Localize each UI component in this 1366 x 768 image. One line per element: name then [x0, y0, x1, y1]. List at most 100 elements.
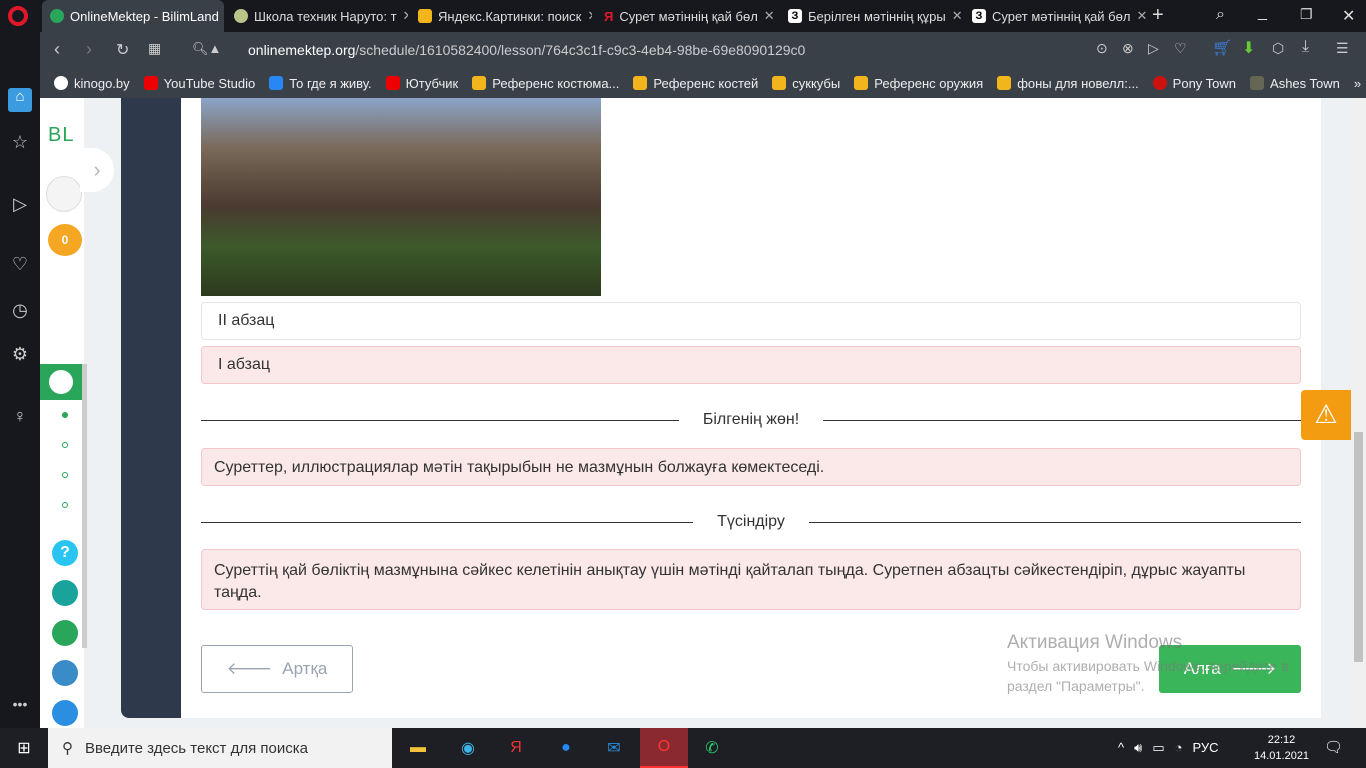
step-dot[interactable]	[62, 502, 68, 508]
test-icon[interactable]	[52, 700, 78, 726]
bookmark-label: kinogo.by	[74, 75, 130, 91]
bookmark-label: Референс оружия	[874, 75, 984, 91]
security-warning-icon[interactable]: 🔍︎▲	[192, 41, 221, 57]
volume-icon[interactable]: 🔊︎	[1134, 740, 1142, 756]
start-windows-icon[interactable]: ⊞	[0, 728, 48, 768]
search-tabs-icon[interactable]: ⌕	[1216, 6, 1225, 24]
wifi-icon[interactable]: ◔	[1175, 740, 1183, 756]
restore-icon[interactable]: ❐	[1300, 6, 1313, 23]
explain-divider: Түсіндіру	[201, 512, 1301, 532]
bilimland-sidebar: BL 0 ?	[40, 98, 87, 728]
edge-icon[interactable]: ◉	[444, 728, 492, 768]
tray-chevron-icon[interactable]: ^	[1118, 740, 1124, 756]
bilimbook-icon[interactable]	[52, 660, 78, 686]
opera-sidebar: ⌂ ☆ ▷ ♡ ◷ ⚙ ♀ •••	[0, 32, 40, 728]
snapshot-icon[interactable]: ⊙	[1096, 40, 1108, 57]
expand-sidebar-button[interactable]: ›	[80, 148, 114, 192]
easy-setup-icon[interactable]: ☰	[1336, 40, 1349, 57]
report-warning-button[interactable]: ⚠	[1301, 390, 1351, 440]
bookmark-ref-bones[interactable]: Референс костей	[633, 76, 758, 91]
whatsapp-icon[interactable]: ✆	[688, 728, 736, 768]
bl-logo[interactable]: BL	[48, 124, 74, 147]
clock[interactable]: 22:12 14.01.2021	[1254, 732, 1309, 764]
close-tab-icon[interactable]: ✕	[1136, 8, 1146, 24]
bookmark-kinogo[interactable]: kinogo.by	[54, 76, 130, 91]
sidebar-scrollbar[interactable]	[82, 364, 87, 648]
bookmark-youtube-studio[interactable]: YouTube Studio	[143, 76, 255, 91]
reload-icon[interactable]: ↻	[116, 40, 129, 60]
avatar[interactable]	[46, 176, 82, 212]
bookmark-ref-weapons[interactable]: Референс оружия	[854, 76, 983, 91]
yandex-browser-icon[interactable]: Я	[492, 728, 540, 768]
heart-icon[interactable]: ♡	[8, 254, 32, 278]
speed-dial-icon[interactable]: ▦	[148, 40, 161, 57]
language-indicator[interactable]: РУС	[1192, 740, 1218, 756]
date: 14.01.2021	[1254, 750, 1310, 762]
close-window-icon[interactable]: ✕	[1342, 6, 1355, 26]
tab-naruto[interactable]: Школа техник Наруто: т ✕	[226, 0, 408, 32]
star-icon[interactable]: ☆	[8, 132, 32, 156]
close-tab-icon[interactable]: ✕	[952, 8, 962, 24]
adblock-icon[interactable]: ⊗	[1122, 40, 1134, 57]
close-tab-icon[interactable]: ✕	[403, 8, 408, 24]
page-scrollbar[interactable]	[1351, 98, 1366, 728]
help-button[interactable]: ?	[52, 540, 78, 566]
more-bookmarks-icon[interactable]: »	[1354, 76, 1361, 91]
new-tab-icon[interactable]: +	[1152, 4, 1164, 27]
heart-icon[interactable]: ♡	[1174, 40, 1187, 57]
bookmark-vk[interactable]: То где я живу.	[269, 76, 372, 91]
bookmark-ashes-town[interactable]: Ashes Town	[1250, 76, 1340, 91]
next-button[interactable]: Алға 🡒	[1159, 645, 1301, 693]
tab-suret-2[interactable]: З Сурет мәтіннің қай бөл ✕	[964, 0, 1146, 32]
image-icon	[772, 76, 787, 90]
bookmark-youtubchik[interactable]: Ютубчик	[385, 76, 458, 91]
z-favicon-icon: З	[788, 9, 802, 23]
tab-onlinemektep[interactable]: OnlineMektep - BilimLand✕	[42, 0, 224, 32]
downloads-icon[interactable]: ⤓	[1302, 38, 1309, 56]
bookmark-backgrounds[interactable]: фоны для новелл:...	[997, 76, 1139, 91]
step-dot[interactable]	[62, 472, 68, 478]
cart-icon[interactable]: 🛒︎	[1212, 38, 1232, 58]
bookmark-succubi[interactable]: суккубы	[772, 76, 840, 91]
player-icon[interactable]: ▷	[8, 194, 32, 218]
bookmark-ref-costume[interactable]: Референс костюма...	[472, 76, 619, 91]
bilimland-icon[interactable]	[52, 620, 78, 646]
opera-logo-icon[interactable]	[8, 6, 28, 26]
send-icon[interactable]: ▷	[1148, 40, 1159, 57]
cube-icon[interactable]: ⬡	[1272, 40, 1284, 57]
onlinemektep-menu-item[interactable]	[40, 364, 82, 400]
url-path: /schedule/1610582400/lesson/764c3c1f-c9c…	[355, 42, 806, 58]
close-tab-icon[interactable]: ✕	[764, 8, 775, 24]
history-icon[interactable]: ◷	[8, 300, 32, 324]
close-tab-icon[interactable]: ✕	[587, 8, 592, 24]
tab-suret-1[interactable]: Я Сурет мәтіннің қай бөл ✕	[596, 0, 778, 32]
url-field[interactable]: onlinemektep.org/schedule/1610582400/les…	[248, 42, 805, 58]
tab-label: Берілген мәтіннің құры	[808, 8, 946, 24]
back-button[interactable]: 🡐 Артқа	[201, 645, 353, 693]
notifications-icon[interactable]: 🗨︎	[1324, 738, 1343, 756]
back-icon[interactable]: ‹	[54, 39, 60, 60]
taskbar-search[interactable]: ⚲ Введите здесь текст для поиска	[48, 728, 392, 768]
download-ext-icon[interactable]: ⬇	[1242, 38, 1255, 58]
file-explorer-icon[interactable]: ▬	[394, 728, 442, 768]
settings-icon[interactable]: ⚙	[8, 344, 32, 368]
browser-tab-bar: OnlineMektep - BilimLand✕ Школа техник Н…	[0, 0, 1366, 32]
home-icon[interactable]: ⌂	[8, 88, 32, 112]
back-label: Артқа	[282, 659, 328, 678]
vk-icon[interactable]: ●	[542, 728, 590, 768]
lightbulb-icon[interactable]: ♀	[8, 406, 32, 430]
forward-icon[interactable]: ›	[86, 39, 92, 60]
answer-option-1[interactable]: I абзац	[201, 346, 1301, 384]
pisa-icon[interactable]	[52, 580, 78, 606]
answer-option-2[interactable]: II абзац	[201, 302, 1301, 340]
tab-berilgen[interactable]: З Берілген мәтіннің құры ✕	[780, 0, 962, 32]
opera-taskbar-icon[interactable]: O	[640, 728, 688, 768]
bookmark-pony-town[interactable]: Pony Town	[1152, 76, 1236, 91]
more-icon[interactable]: •••	[8, 696, 32, 720]
battery-icon[interactable]: ▭	[1152, 740, 1164, 756]
tab-yandex-images[interactable]: Яндекс.Картинки: поиск ✕	[410, 0, 592, 32]
step-dot-active[interactable]	[62, 412, 68, 418]
mail-icon[interactable]: ✉	[590, 728, 638, 768]
minimize-icon[interactable]: _	[1258, 4, 1267, 22]
step-dot[interactable]	[62, 442, 68, 448]
